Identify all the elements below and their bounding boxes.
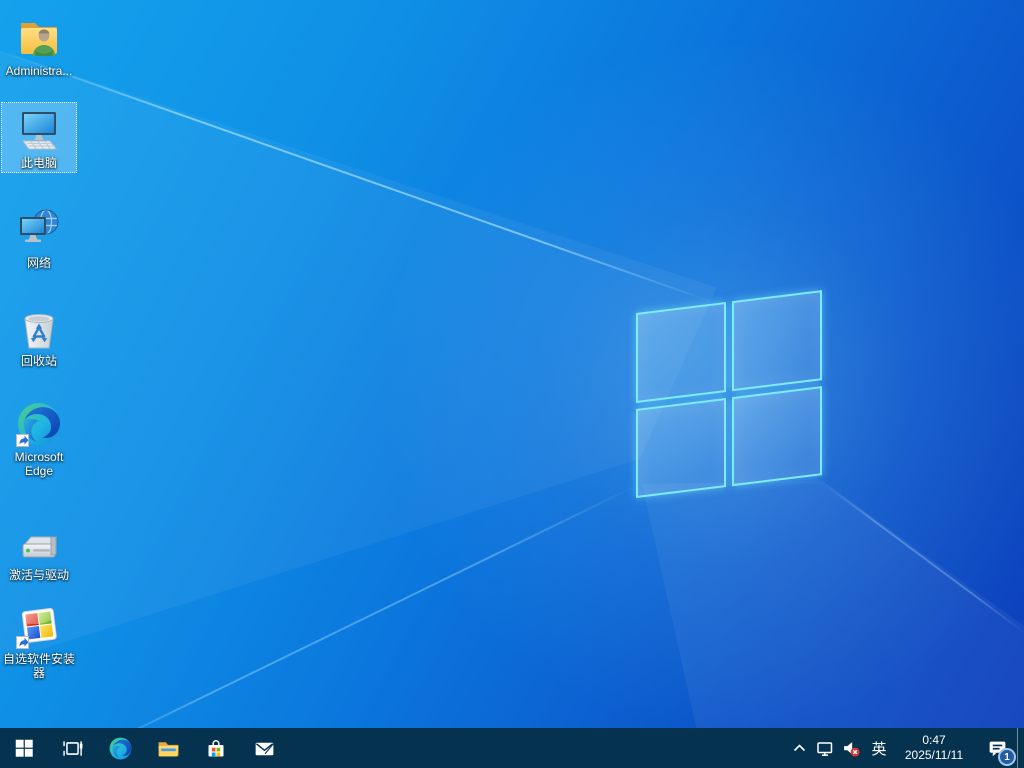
network-globe-icon: [20, 209, 59, 242]
installer-icon: [16, 608, 57, 649]
desktop-icon-microsoft-edge[interactable]: Microsoft Edge: [1, 396, 77, 481]
icon-label: 此电脑: [20, 156, 57, 170]
desktop-icon-administrator[interactable]: Administra...: [1, 10, 77, 81]
desktop-icon-activation-drivers[interactable]: 激活与驱动: [1, 518, 77, 585]
windows-desktop: Administra... 此电脑 网络 回收站 Microsoft Edge …: [0, 0, 1024, 768]
icon-label: 激活与驱动: [8, 568, 69, 582]
desktop-icon-recycle-bin[interactable]: 回收站: [1, 300, 77, 371]
taskbar: 英 0:47 2025/11/11 1: [0, 728, 1024, 768]
taskbar-file-explorer-button[interactable]: [144, 728, 192, 768]
desktop-wallpaper[interactable]: [0, 0, 1024, 728]
desktop-icon-software-installer[interactable]: 自选软件安装器: [1, 598, 77, 683]
clock-date: 2025/11/11: [904, 748, 964, 762]
file-explorer-icon: [158, 741, 178, 756]
volume-tray-button[interactable]: [838, 728, 864, 768]
desktop-icon-this-pc[interactable]: 此电脑: [1, 102, 77, 173]
taskbar-mail-button[interactable]: [240, 728, 288, 768]
ime-label: 英: [871, 740, 887, 758]
icon-label: Microsoft Edge: [14, 450, 64, 478]
speaker-muted-icon: [844, 741, 860, 757]
ime-language-indicator[interactable]: 英: [864, 728, 894, 768]
show-desktop-button[interactable]: [1017, 728, 1024, 768]
icon-label: 回收站: [20, 354, 57, 368]
taskbar-store-button[interactable]: [192, 728, 240, 768]
tray-overflow-button[interactable]: [786, 728, 812, 768]
icon-label: 自选软件安装器: [3, 652, 76, 680]
icon-label: 网络: [26, 256, 51, 270]
user-folder-icon: [21, 23, 57, 56]
system-tray: 英 0:47 2025/11/11 1: [786, 728, 1024, 768]
clock[interactable]: 0:47 2025/11/11: [900, 733, 968, 763]
clock-time: 0:47: [922, 733, 946, 747]
action-center-button[interactable]: 1: [977, 728, 1017, 768]
edge-icon: [109, 737, 131, 759]
edge-icon: [16, 403, 61, 447]
ethernet-network-icon: [817, 741, 833, 756]
icon-label: Administra...: [5, 64, 73, 78]
recycle-bin-icon: [24, 314, 54, 349]
mail-icon: [255, 742, 274, 755]
windows-logo-icon: [15, 739, 33, 757]
task-view-icon: [62, 740, 82, 756]
start-button[interactable]: [0, 728, 48, 768]
task-view-button[interactable]: [48, 728, 96, 768]
hard-drive-icon: [22, 536, 57, 558]
microsoft-store-icon: [208, 740, 224, 757]
taskbar-edge-button[interactable]: [96, 728, 144, 768]
chevron-up-icon: [793, 743, 805, 751]
computer-icon: [22, 112, 57, 150]
desktop-icon-network[interactable]: 网络: [1, 202, 77, 273]
windows-logo-wallpaper: [636, 290, 822, 498]
network-tray-button[interactable]: [812, 728, 838, 768]
notification-count-badge: 1: [998, 748, 1016, 766]
